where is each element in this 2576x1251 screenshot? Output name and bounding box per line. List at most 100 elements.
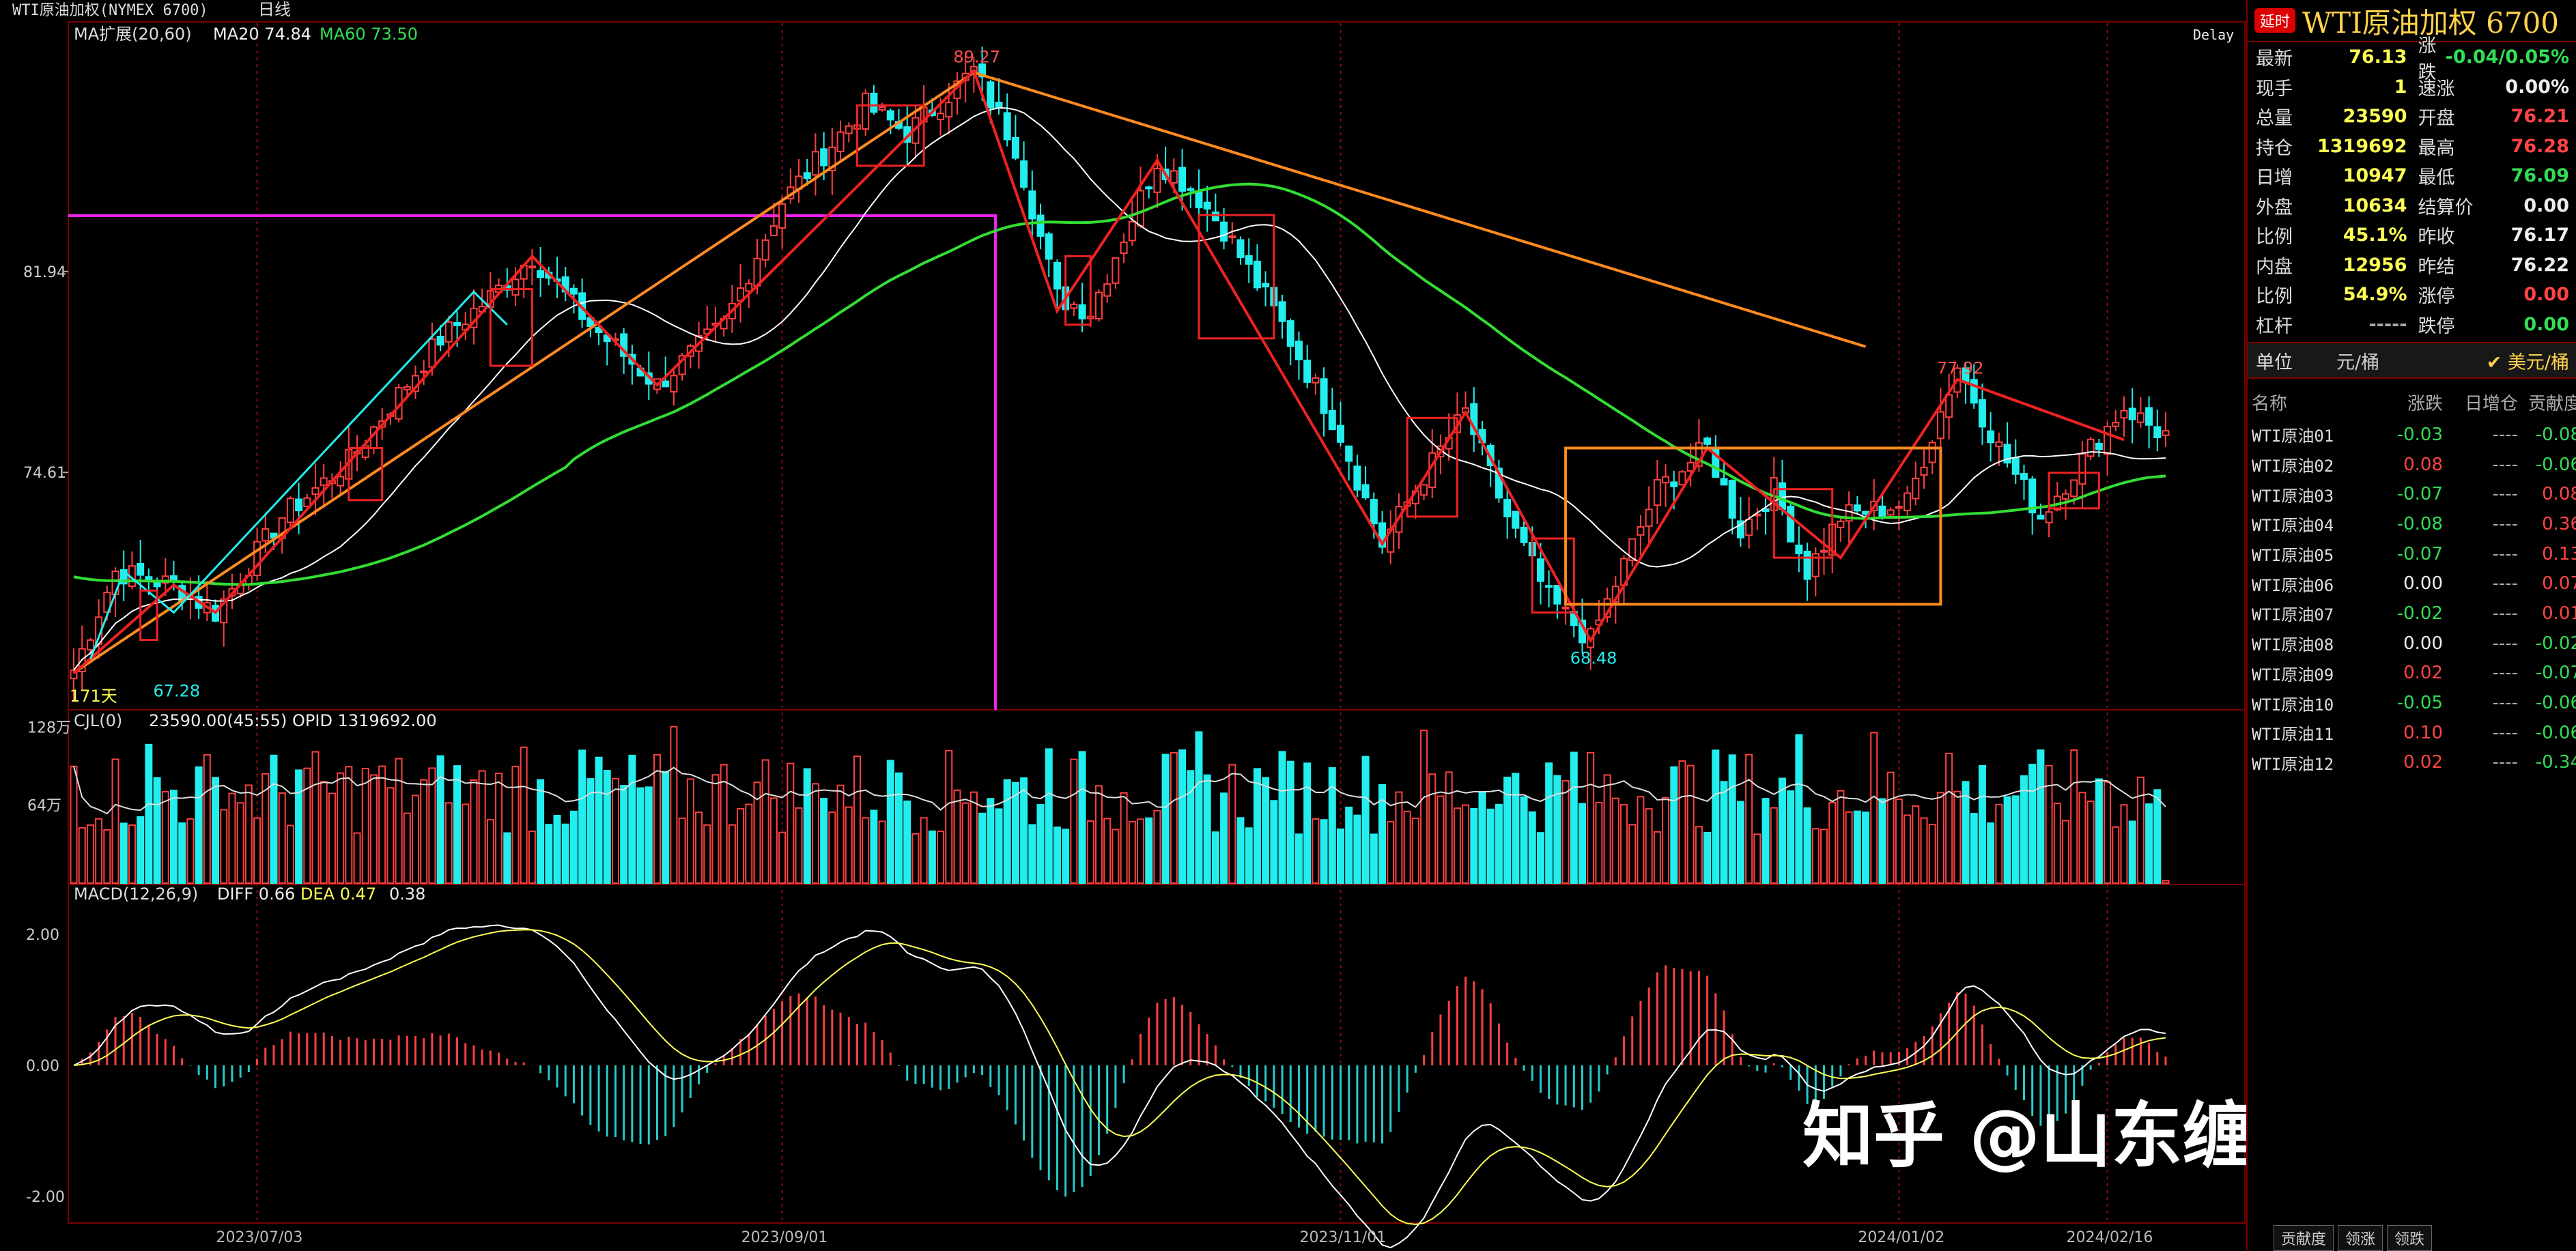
unit-cny-option[interactable]: 元/桶 <box>2328 347 2388 374</box>
candle <box>1520 526 1528 543</box>
bottom-tab[interactable]: 贡献度 <box>2274 1225 2334 1251</box>
bottom-tab[interactable]: 领跌 <box>2387 1225 2433 1251</box>
candle <box>1211 211 1219 222</box>
volume-info: 23590.00(45:55) OPID 1319692.00 <box>149 711 437 730</box>
volume-bar <box>212 777 220 884</box>
candle <box>295 498 303 512</box>
quote-value: ----- <box>2368 313 2407 335</box>
candle <box>569 287 578 295</box>
table-cell: ---- <box>2492 573 2518 594</box>
table-row[interactable]: WTI原油12 0.02 ---- -0.34 <box>2248 748 2576 778</box>
volume-bar <box>1645 808 1653 884</box>
volume-tick-label: 128万 <box>27 719 71 736</box>
volume-bar <box>761 759 769 884</box>
table-row[interactable]: WTI原油11 0.10 ---- -0.06 <box>2248 718 2576 748</box>
macd-label: MACD(12,26,9) <box>74 885 198 904</box>
volume-bar <box>845 806 853 884</box>
table-row[interactable]: WTI原油01 -0.03 ---- -0.08 <box>2248 420 2576 450</box>
candlestick-chart[interactable]: 89.27 67.28 68.48 77.92 2023/07/03 2023/09/0… <box>0 0 2246 1250</box>
candle <box>1053 261 1061 290</box>
candle <box>2120 409 2128 419</box>
table-cell: ---- <box>2492 693 2518 714</box>
volume-bar <box>2053 802 2061 884</box>
candle <box>1420 484 1428 496</box>
volume-bar <box>1153 809 1161 884</box>
volume-bar <box>1853 810 1861 884</box>
volume-bar <box>545 824 553 885</box>
volume-bar <box>1128 820 1136 885</box>
volume-bar <box>1361 756 1370 884</box>
table-row[interactable]: WTI原油07 -0.02 ---- 0.01 <box>2248 599 2576 629</box>
macd-tick-label: 2.00 <box>26 927 59 944</box>
quote-label: 开盘 <box>2418 108 2455 130</box>
candle <box>1995 441 2003 448</box>
volume-bar <box>895 772 903 884</box>
period-label[interactable]: 日线 <box>258 0 291 19</box>
table-row[interactable]: WTI原油06 0.00 ---- 0.07 <box>2248 569 2576 599</box>
quote-value: -0.04/0.05% <box>2445 46 2569 68</box>
candle <box>1787 506 1795 543</box>
unit-usd-option[interactable]: ✔ 美元/桶 <box>2478 347 2576 374</box>
table-header-cell[interactable]: 贡献度 <box>2518 390 2576 415</box>
table-cell: 0.07 <box>2542 573 2576 594</box>
candle <box>1803 550 1811 580</box>
table-row[interactable]: WTI原油09 0.02 ---- -0.07 <box>2248 659 2576 689</box>
volume-bar <box>1578 803 1586 884</box>
volume-bar <box>2028 764 2037 885</box>
candle <box>1895 506 1903 509</box>
table-row[interactable]: WTI原油04 -0.08 ---- 0.36 <box>2248 509 2576 539</box>
table-cell: 0.00 <box>2403 573 2443 594</box>
volume-bar <box>795 807 803 884</box>
watermark: 知乎 @山东缠论炒手 <box>1802 1094 2246 1177</box>
candle <box>1137 190 1145 227</box>
volume-bar <box>328 792 336 884</box>
table-header-cell[interactable]: 名称 <box>2252 390 2368 415</box>
quote-row: 跌停 0.00 <box>2413 310 2575 340</box>
candle <box>836 131 845 152</box>
table-row[interactable]: WTI原油03 -0.07 ---- 0.08 <box>2248 479 2576 509</box>
table-cell: ---- <box>2492 484 2518 505</box>
bottom-tab[interactable]: 领涨 <box>2338 1225 2383 1251</box>
candle <box>761 239 769 261</box>
candle <box>2112 422 2120 427</box>
volume-bar <box>1294 833 1303 885</box>
quote-value: 23590 <box>2343 106 2407 128</box>
volume-bar <box>1736 801 1744 885</box>
quote-row: 总量 23590 <box>2250 102 2413 132</box>
table-cell: 0.02 <box>2403 752 2443 773</box>
candle <box>1670 481 1678 487</box>
table-row[interactable]: WTI原油05 -0.07 ---- 0.13 <box>2248 539 2576 569</box>
candle <box>811 151 819 176</box>
table-header-cell[interactable]: 日增仓 <box>2443 390 2518 415</box>
volume-bar <box>2078 792 2086 885</box>
table-cell: ---- <box>2492 454 2518 475</box>
quote-row: 持仓 1319692 <box>2250 132 2413 162</box>
quote-value: 76.22 <box>2510 254 2569 276</box>
candle <box>2020 473 2028 480</box>
table-row[interactable]: WTI原油02 0.08 ---- -0.06 <box>2248 450 2576 480</box>
volume-bar <box>937 831 945 884</box>
table-row[interactable]: WTI原油08 0.00 ---- -0.02 <box>2248 629 2576 659</box>
volume-bar <box>1045 748 1053 884</box>
quote-row: 比例 54.9% <box>2250 280 2413 310</box>
quote-row: 速涨 0.00% <box>2413 72 2575 102</box>
quote-value: 10634 <box>2343 195 2407 216</box>
candle <box>1903 492 1912 511</box>
volume-bar <box>1078 751 1086 884</box>
table-cell: ---- <box>2492 663 2518 684</box>
volume-bar <box>495 773 503 884</box>
quote-row: 最高 76.28 <box>2413 132 2575 162</box>
table-header-cell[interactable]: 涨跌 <box>2368 390 2443 415</box>
table-cell: -0.08 <box>2396 513 2443 534</box>
table-row[interactable]: WTI原油10 -0.05 ---- -0.06 <box>2248 688 2576 718</box>
price-tick-label: 81.94 <box>23 264 66 281</box>
x-tick-label: 2024/02/16 <box>2067 1229 2153 1246</box>
ma60-label: MA60 73.50 <box>320 25 418 44</box>
candle <box>1170 170 1178 184</box>
volume-bar <box>653 753 662 884</box>
volume-bar <box>1628 824 1637 884</box>
candle <box>1912 477 1920 500</box>
quote-label: 现手 <box>2256 78 2293 100</box>
volume-bar <box>1411 818 1419 884</box>
candle <box>1653 478 1661 506</box>
